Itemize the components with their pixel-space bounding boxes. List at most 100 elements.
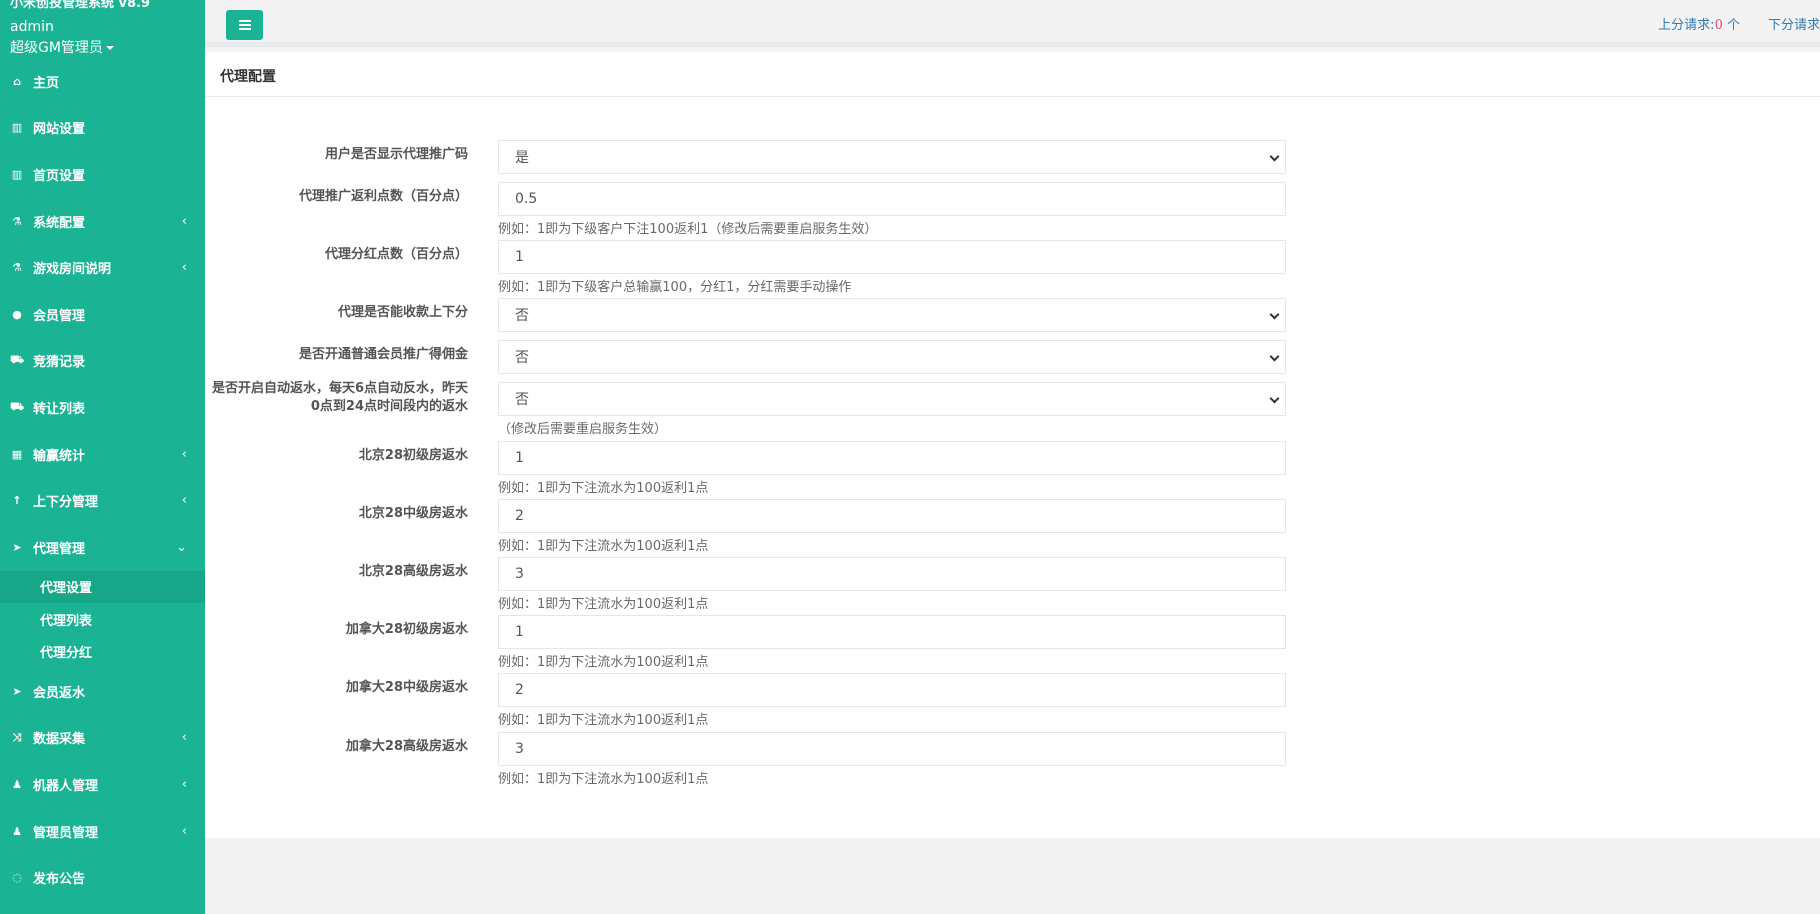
- field-input[interactable]: 0.5: [498, 182, 1286, 216]
- male-icon: ♟: [12, 778, 22, 792]
- sidebar-item[interactable]: ◌ 发布公告: [0, 854, 205, 901]
- field-label: 加拿大28高级房返水: [345, 739, 468, 754]
- menu-toggle-button[interactable]: [226, 10, 263, 40]
- field-help-text: 例如：1即为下注流水为100返利1点: [498, 713, 709, 728]
- field-help-text: （修改后需要重启服务生效）: [498, 422, 668, 437]
- sidebar-item-label: 管理员管理: [33, 825, 99, 841]
- sidebar-item-label: 首页设置: [33, 168, 86, 184]
- chevron-left-icon: ‹: [181, 213, 187, 229]
- down-request-link[interactable]: 下分请求: [1768, 18, 1820, 33]
- flask-icon: ⚗: [12, 261, 22, 275]
- sidebar-item-label: 网站设置: [33, 122, 86, 138]
- flask-icon: ⚗: [12, 214, 22, 228]
- field-select[interactable]: 否: [498, 340, 1286, 374]
- up-request-link[interactable]: 上分请求:0 个: [1658, 18, 1740, 33]
- sidebar-item-label: 输赢统计: [33, 448, 86, 464]
- chevron-left-icon: ‹: [181, 260, 187, 276]
- sidebar-item[interactable]: ♟ 管理员管理 ‹: [0, 808, 205, 855]
- field-select[interactable]: 否: [498, 382, 1286, 416]
- request-counters: 上分请求:0 个 下分请求: [1658, 14, 1820, 33]
- field-value: 3: [515, 741, 524, 757]
- field-label: 代理推广返利点数（百分点）: [298, 189, 468, 204]
- sidebar-subitem[interactable]: 代理设置: [0, 570, 205, 604]
- up-request-label: 上分请求:: [1658, 18, 1715, 33]
- sidebar-item[interactable]: ♟ 机器人管理 ‹: [0, 761, 205, 808]
- field-value: 3: [515, 566, 524, 582]
- sidebar-item[interactable]: ⚗ 游戏房间说明 ‹: [0, 244, 205, 291]
- columns-icon: ▥: [11, 121, 23, 135]
- field-label: 北京28初级房返水: [358, 448, 468, 463]
- sidebar-item[interactable]: ⛟ 转让列表: [0, 384, 205, 431]
- sidebar-item[interactable]: ⌂ 主页: [0, 58, 205, 105]
- field-value: 2: [515, 682, 524, 698]
- up-request-count: 0: [1714, 18, 1723, 33]
- sidebar-item[interactable]: ▥ 网站设置: [0, 105, 205, 152]
- home-icon: ⌂: [13, 74, 21, 88]
- sidebar-item-label: 数据采集: [33, 732, 86, 748]
- paper-plane-icon: ➤: [12, 540, 22, 554]
- field-label: 代理是否能收款上下分: [337, 305, 468, 320]
- car-icon: ⛟: [10, 353, 24, 367]
- sidebar-item[interactable]: ⤨ 数据采集 ‹: [0, 715, 205, 762]
- sidebar-subitem[interactable]: 代理分红: [0, 636, 205, 669]
- field-select[interactable]: 否: [498, 298, 1286, 332]
- field-input[interactable]: 3: [498, 732, 1286, 766]
- field-input[interactable]: 3: [498, 557, 1286, 591]
- user-name: admin: [10, 19, 54, 35]
- field-value: 否: [515, 350, 529, 366]
- system-title: 小米创投管理系统 v8.9: [10, 0, 151, 11]
- sidebar-item[interactable]: ● 会员管理: [0, 291, 205, 338]
- sidebar-item-label: 竞猜记录: [33, 355, 86, 371]
- male-icon: ♟: [12, 824, 22, 838]
- chevron-down-icon: ⌄: [176, 539, 187, 555]
- paper-plane-icon: ➤: [12, 684, 22, 698]
- field-help-text: 例如：1即为下注流水为100返利1点: [498, 772, 709, 787]
- sidebar-item-label: 会员返水: [33, 685, 86, 701]
- sidebar-item[interactable]: ➤ 会员返水: [0, 668, 205, 715]
- chevron-left-icon: ‹: [181, 777, 187, 793]
- role-label: 超级GM管理员: [10, 40, 103, 56]
- sidebar-item[interactable]: ↑ 上下分管理 ‹: [0, 477, 205, 524]
- field-input[interactable]: 1: [498, 441, 1286, 475]
- user-icon: ●: [12, 307, 22, 321]
- sidebar-item-label: 主页: [33, 75, 60, 91]
- sidebar-item[interactable]: ▦ 输赢统计 ‹: [0, 431, 205, 478]
- field-value: 否: [515, 392, 529, 408]
- role-dropdown[interactable]: 超级GM管理员: [10, 37, 114, 57]
- chevron-down-icon: [1269, 351, 1280, 362]
- field-input[interactable]: 1: [498, 240, 1286, 274]
- sidebar-item[interactable]: ⚗ 系统配置 ‹: [0, 198, 205, 245]
- level-up-icon: ↑: [12, 494, 22, 508]
- comment-icon: ◌: [12, 871, 22, 885]
- field-value: 1: [515, 249, 524, 265]
- sidebar-item-label: 上下分管理: [33, 495, 99, 511]
- sidebar-item-label: 机器人管理: [33, 779, 99, 795]
- down-request-label: 下分请求: [1767, 18, 1820, 33]
- sidebar-subitem[interactable]: 代理列表: [0, 603, 205, 636]
- sidebar-item[interactable]: ▥ 首页设置: [0, 151, 205, 198]
- chevron-left-icon: ‹: [181, 730, 187, 746]
- field-help-text: 例如：1即为下级客户下注100返利1（修改后需要重启服务生效）: [498, 222, 878, 237]
- sidebar-subnav-agent: 代理设置 代理列表 代理分红: [0, 570, 205, 669]
- field-value: 1: [515, 624, 524, 640]
- field-label: 北京28高级房返水: [358, 564, 468, 579]
- field-help-text: 例如：1即为下级客户总输赢100，分红1，分红需要手动操作: [498, 280, 852, 295]
- sidebar-item-label: 发布公告: [33, 872, 86, 888]
- field-label: 加拿大28初级房返水: [345, 622, 468, 637]
- sidebar-item-label: 会员管理: [33, 308, 86, 324]
- agent-config-panel: 代理配置 用户是否显示代理推广码 是代理推广返利点数（百分点） 0.5 例如：1即为下…: [205, 52, 1820, 838]
- sidebar-item[interactable]: ⛟ 竞猜记录: [0, 338, 205, 385]
- field-input[interactable]: 1: [498, 615, 1286, 649]
- field-label: 加拿大28中级房返水: [345, 680, 468, 695]
- sidebar-item[interactable]: ➤ 代理管理 ⌄: [0, 524, 205, 571]
- caret-down-icon: [105, 46, 114, 50]
- field-label: 北京28中级房返水: [358, 506, 468, 521]
- field-select[interactable]: 是: [498, 140, 1286, 174]
- chevron-left-icon: ‹: [181, 823, 187, 839]
- field-value: 1: [515, 450, 524, 466]
- bar-chart-icon: ▦: [11, 447, 23, 461]
- field-input[interactable]: 2: [498, 673, 1286, 707]
- field-input[interactable]: 2: [498, 499, 1286, 533]
- field-help-text: 例如：1即为下注流水为100返利1点: [498, 539, 709, 554]
- chevron-left-icon: ‹: [181, 446, 187, 462]
